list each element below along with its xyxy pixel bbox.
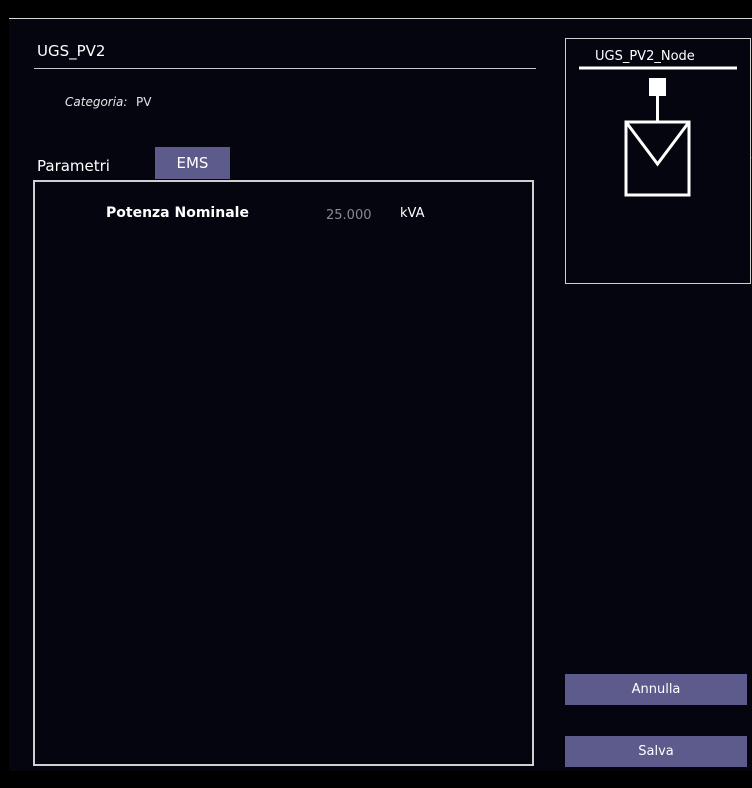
tab-ems[interactable]: EMS [155, 147, 230, 179]
dialog-window: UGS_PV2 Categoria: PV Parametri EMS Pote… [0, 0, 752, 788]
potenza-nominale-unit: kVA [400, 206, 425, 221]
cancel-button[interactable]: Annulla [565, 674, 747, 705]
category-value: PV [136, 95, 152, 109]
title-divider [34, 68, 536, 69]
save-button[interactable]: Salva [565, 736, 747, 767]
potenza-nominale-value[interactable]: 25.000 [326, 208, 372, 223]
tab-content-panel [33, 180, 534, 766]
tab-parametri[interactable]: Parametri [37, 157, 110, 175]
potenza-nominale-label: Potenza Nominale [106, 205, 249, 221]
pv-generator-icon [579, 66, 737, 197]
element-title: UGS_PV2 [37, 42, 106, 60]
category-label: Categoria: [65, 95, 128, 109]
